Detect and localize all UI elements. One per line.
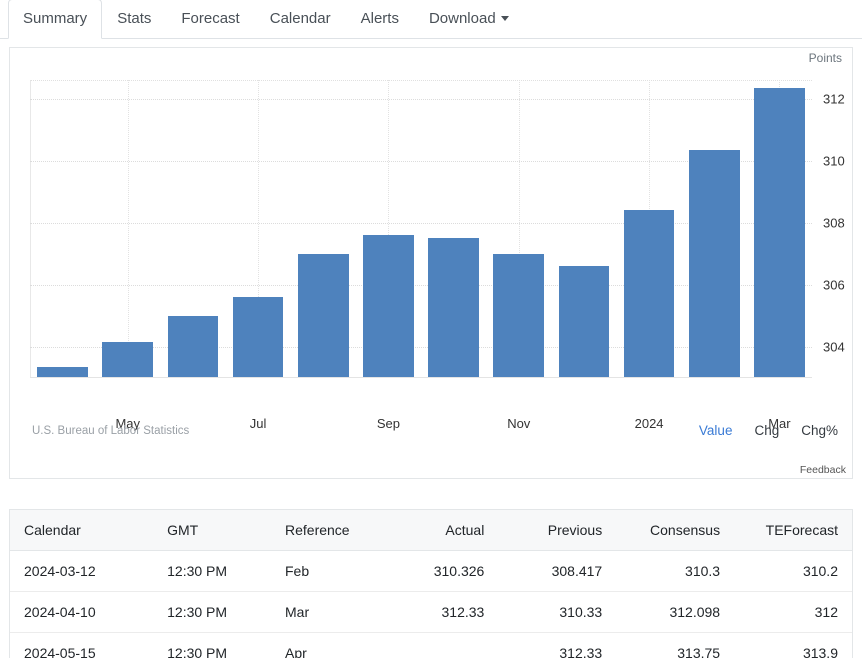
tab-stats[interactable]: Stats xyxy=(102,0,166,39)
table-cell-teforecast: 312 xyxy=(734,591,852,633)
chart-source-label: U.S. Bureau of Labor Statistics xyxy=(32,424,190,437)
table-row[interactable]: 2024-03-12 12:30 PM Feb 310.326 308.417 310.3… xyxy=(10,550,852,592)
tab-bar: Summary Stats Forecast Calendar Alerts Downlo… xyxy=(0,0,862,39)
y-axis-tick-label: 310 xyxy=(823,153,845,169)
series-toggle-group: Value Chg Chg% xyxy=(699,423,838,438)
series-toggle-chg[interactable]: Chg xyxy=(754,423,779,438)
gridline xyxy=(30,98,812,100)
table-cell-previous: 312.33 xyxy=(559,645,603,658)
table-cell-calendar: 2024-04-10 xyxy=(10,591,154,633)
bar[interactable] xyxy=(167,315,219,378)
table-cell-gmt: 12:30 PM xyxy=(153,550,271,592)
feedback-link[interactable]: Feedback xyxy=(800,464,846,476)
table-row[interactable]: 2024-05-15 12:30 PM Apr 312.33 313.75 313.9 xyxy=(10,633,852,658)
tab-forecast[interactable]: Forecast xyxy=(166,0,254,39)
table-cell-actual: 312.33 xyxy=(388,591,499,633)
chart-unit-label: Points xyxy=(808,51,842,65)
series-toggle-chgpct[interactable]: Chg% xyxy=(801,423,838,438)
y-axis-tick-label: 312 xyxy=(823,91,845,107)
tab-download[interactable]: Download xyxy=(414,0,524,39)
table-cell-calendar: 2024-03-12 xyxy=(10,550,154,592)
chart-footer: U.S. Bureau of Labor Statistics Value Chg… xyxy=(32,423,838,438)
y-axis-tick-label: 308 xyxy=(823,215,845,231)
tab-label: Stats xyxy=(117,10,152,27)
table-header-calendar[interactable]: Calendar xyxy=(10,510,154,551)
bar[interactable] xyxy=(297,253,349,378)
tab-label: Download xyxy=(428,10,496,27)
tab-label: Forecast xyxy=(181,10,240,27)
table-cell-gmt: 12:30 PM xyxy=(167,645,228,658)
table-cell-reference: Feb xyxy=(271,550,389,592)
table-cell-actual xyxy=(389,633,498,658)
bar[interactable] xyxy=(754,88,805,378)
table-cell-teforecast: 310.2 xyxy=(734,550,852,592)
calendar-table-wrapper: Calendar GMT Reference Actual Previous Consen… xyxy=(9,509,853,658)
table-head: Calendar GMT Reference Actual Previous Consen… xyxy=(10,510,852,551)
table-header-teforecast[interactable]: TEForecast xyxy=(734,510,852,551)
bar[interactable] xyxy=(493,253,545,378)
tab-label: Summary xyxy=(23,10,88,27)
chevron-down-icon xyxy=(500,15,509,21)
y-axis-tick-label: 306 xyxy=(823,277,845,293)
table-cell-reference: Apr xyxy=(285,645,307,658)
table-header-gmt[interactable]: GMT xyxy=(153,510,271,551)
table-cell-previous: 308.417 xyxy=(498,550,617,592)
table-row[interactable]: 2024-04-10 12:30 PM Mar 312.33 310.33 312.098… xyxy=(10,591,852,633)
vertical-gridline xyxy=(127,80,129,377)
tab-label: Alerts xyxy=(360,10,399,27)
tab-summary[interactable]: Summary xyxy=(8,0,103,39)
table-cell-calendar: 2024-05-15 xyxy=(24,645,96,658)
bar[interactable] xyxy=(428,238,479,378)
bar[interactable] xyxy=(688,150,740,378)
table-header-row: Calendar GMT Reference Actual Previous Consen… xyxy=(10,510,852,551)
bar[interactable] xyxy=(363,235,414,378)
table-header-actual[interactable]: Actual xyxy=(388,510,499,551)
calendar-table: Calendar GMT Reference Actual Previous Consen… xyxy=(10,510,852,658)
table-cell-teforecast: 313.9 xyxy=(802,645,838,658)
chart-plot-area[interactable]: 304 306 308 310 312 May Jul Sep Nov 2024 Mar xyxy=(30,80,845,431)
table-cell-consensus: 313.75 xyxy=(677,645,721,658)
table-header-consensus[interactable]: Consensus xyxy=(616,510,735,551)
bar[interactable] xyxy=(102,342,154,378)
x-axis-baseline xyxy=(30,377,812,378)
table-cell-consensus: 312.098 xyxy=(616,591,735,633)
table-body: 2024-03-12 12:30 PM Feb 310.326 308.417 310.3… xyxy=(10,550,852,658)
y-axis-tick-label: 304 xyxy=(823,339,845,355)
table-cell-consensus: 310.3 xyxy=(616,550,735,592)
tab-alerts[interactable]: Alerts xyxy=(346,0,414,39)
table-header-previous[interactable]: Previous xyxy=(498,510,617,551)
table-cell-previous: 310.33 xyxy=(498,591,617,633)
table-header-reference[interactable]: Reference xyxy=(271,510,389,551)
chart-panel: Points 304 306 308 310 312 May Jul Sep Nov 2024 M… xyxy=(9,47,853,479)
bar[interactable] xyxy=(232,297,284,378)
table-cell-gmt: 12:30 PM xyxy=(153,591,271,633)
series-toggle-value[interactable]: Value xyxy=(699,423,733,438)
table-cell-actual: 310.326 xyxy=(388,550,499,592)
table-cell-reference: Mar xyxy=(271,591,389,633)
tab-calendar[interactable]: Calendar xyxy=(255,0,346,39)
tab-label: Calendar xyxy=(269,10,331,27)
bar[interactable] xyxy=(558,266,610,378)
bar[interactable] xyxy=(623,209,675,378)
